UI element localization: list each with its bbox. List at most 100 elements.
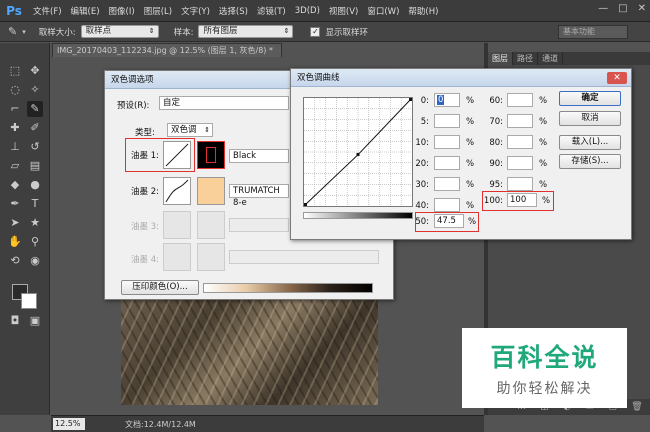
eyedropper-tool-icon[interactable]: ✎	[8, 25, 17, 38]
menu-type[interactable]: 文字(Y)	[181, 5, 210, 17]
menu-view[interactable]: 视图(V)	[329, 5, 358, 17]
chevron-down-icon: ⇕	[283, 27, 290, 35]
close-icon[interactable]: ✕	[638, 3, 646, 14]
ink2-color-swatch[interactable]	[197, 177, 225, 205]
pct-input-70[interactable]	[507, 114, 533, 128]
pct-input-10[interactable]	[434, 135, 460, 149]
pct-input-20[interactable]	[434, 156, 460, 170]
minimize-icon[interactable]: —	[598, 3, 608, 14]
zoom-tool-icon[interactable]: ⚲	[27, 234, 43, 250]
curve-dialog-title: 双色调曲线	[297, 73, 340, 83]
menu-select[interactable]: 选择(S)	[219, 5, 248, 17]
sample-size-select[interactable]: 取样点 ⇕	[80, 25, 159, 38]
move-tool-icon[interactable]: ✥	[27, 63, 43, 79]
hand-tool-icon[interactable]: ✋	[7, 234, 23, 250]
ink1-name-field[interactable]: Black	[229, 149, 289, 163]
type-select[interactable]: 双色调 ⇕	[167, 123, 213, 137]
history-brush-tool-icon[interactable]: ↺	[27, 139, 43, 155]
eyedropper-tool-icon[interactable]: ✎	[27, 101, 43, 117]
preset-value: 自定	[163, 98, 181, 108]
maximize-icon[interactable]: □	[618, 3, 627, 14]
marquee-tool-icon[interactable]: ⬚	[7, 63, 23, 79]
pct-label-0: 0:	[420, 96, 429, 106]
ink4-color-swatch	[197, 243, 225, 271]
status-bar: 12.5% 文档:12.4M/12.4M	[51, 415, 484, 432]
menu-image[interactable]: 图像(I)	[109, 5, 135, 17]
dodge-tool-icon[interactable]: ●	[27, 177, 43, 193]
load-button[interactable]: 载入(L)...	[559, 135, 621, 150]
quick-mask-icon[interactable]: ◘	[7, 313, 23, 329]
overprint-colors-button[interactable]: 压印颜色(O)...	[121, 280, 199, 295]
pct-input-5[interactable]	[434, 114, 460, 128]
ink2-name-field[interactable]: TRUMATCH 8-e	[229, 184, 289, 208]
photoshop-logo: Ps	[6, 3, 22, 18]
pct-label-70: 70:	[489, 117, 503, 127]
menu-3d[interactable]: 3D(D)	[295, 6, 320, 16]
magic-wand-tool-icon[interactable]: ✧	[27, 82, 43, 98]
curve-grid	[304, 98, 412, 206]
show-ring-checkbox[interactable]: ✓	[310, 26, 321, 37]
close-icon[interactable]: ✕	[607, 72, 627, 84]
cancel-label: 取消	[581, 113, 599, 123]
ink4-curve-box	[163, 243, 191, 271]
brush-tool-icon[interactable]: ✐	[27, 120, 43, 136]
pct-input-95[interactable]	[507, 177, 533, 191]
curve-graph[interactable]	[303, 97, 413, 207]
gradient-tool-icon[interactable]: ▤	[27, 158, 43, 174]
shape-tool-icon[interactable]: ★	[27, 215, 43, 231]
3d-rotate-tool-icon[interactable]: ⟲	[7, 253, 23, 269]
pct-input-30[interactable]	[434, 177, 460, 191]
document-tab[interactable]: IMG_20170403_112234.jpg @ 12.5% (图层 1, 灰…	[52, 43, 282, 57]
type-tool-icon[interactable]: T	[27, 196, 43, 212]
pct-unit: %	[466, 180, 475, 190]
type-value: 双色调	[171, 125, 197, 135]
pct-input-80[interactable]	[507, 135, 533, 149]
pct-input-100[interactable]: 100	[507, 193, 537, 207]
screen-mode-icon[interactable]: ▣	[27, 313, 43, 329]
tab-layers[interactable]: 图层	[488, 52, 513, 65]
path-selection-tool-icon[interactable]: ➤	[7, 215, 23, 231]
zoom-level-field[interactable]: 12.5%	[53, 418, 85, 430]
tab-channels[interactable]: 通道	[538, 52, 563, 65]
menu-filter[interactable]: 滤镜(T)	[257, 5, 286, 17]
cancel-button[interactable]: 取消	[559, 111, 621, 126]
eraser-tool-icon[interactable]: ▱	[7, 158, 23, 174]
preset-select[interactable]: 自定	[159, 96, 289, 110]
tab-paths[interactable]: 路径	[513, 52, 538, 65]
lasso-tool-icon[interactable]: ◌	[7, 82, 23, 98]
3d-camera-tool-icon[interactable]: ◉	[27, 253, 43, 269]
pct-label-30: 30:	[415, 180, 429, 190]
pct-label-90: 90:	[489, 159, 503, 169]
pct-input-50[interactable]: 47.5	[434, 214, 464, 228]
pct-input-90[interactable]	[507, 156, 533, 170]
background-color-swatch[interactable]	[21, 293, 37, 309]
pct-input-60[interactable]	[507, 93, 533, 107]
menu-file[interactable]: 文件(F)	[33, 5, 62, 17]
clone-stamp-tool-icon[interactable]: ⊥	[7, 139, 23, 155]
pct-unit: %	[542, 196, 551, 206]
watermark: 百科全说 助你轻松解决	[462, 328, 627, 408]
menu-window[interactable]: 窗口(W)	[367, 5, 399, 17]
workspace-select[interactable]: 基本功能	[558, 25, 628, 39]
ink3-label: 油墨 3:	[131, 222, 159, 232]
ink1-color-swatch[interactable]	[197, 141, 225, 169]
trash-icon[interactable]: 🗑	[631, 402, 642, 412]
healing-brush-tool-icon[interactable]: ✚	[7, 120, 23, 136]
menu-help[interactable]: 帮助(H)	[408, 5, 438, 17]
watermark-title: 百科全说	[490, 343, 599, 372]
menu-layer[interactable]: 图层(L)	[144, 5, 172, 17]
menu-edit[interactable]: 编辑(E)	[71, 5, 100, 17]
pct-input-40[interactable]	[434, 198, 460, 212]
pct-input-0[interactable]: 0	[434, 93, 460, 107]
ok-button[interactable]: 确定	[559, 91, 621, 106]
pct-label-60: 60:	[489, 96, 503, 106]
tool-preset-dropdown-icon[interactable]: ▾	[22, 28, 26, 36]
ink3-name-field	[229, 218, 289, 232]
pen-tool-icon[interactable]: ✒	[7, 196, 23, 212]
blur-tool-icon[interactable]: ◆	[7, 177, 23, 193]
crop-tool-icon[interactable]: ⌐	[7, 101, 23, 117]
ink1-curve-box[interactable]	[163, 141, 191, 169]
save-button[interactable]: 存储(S)...	[559, 154, 621, 169]
ink2-curve-box[interactable]	[163, 177, 191, 205]
sample-select[interactable]: 所有图层 ⇕	[198, 25, 294, 38]
